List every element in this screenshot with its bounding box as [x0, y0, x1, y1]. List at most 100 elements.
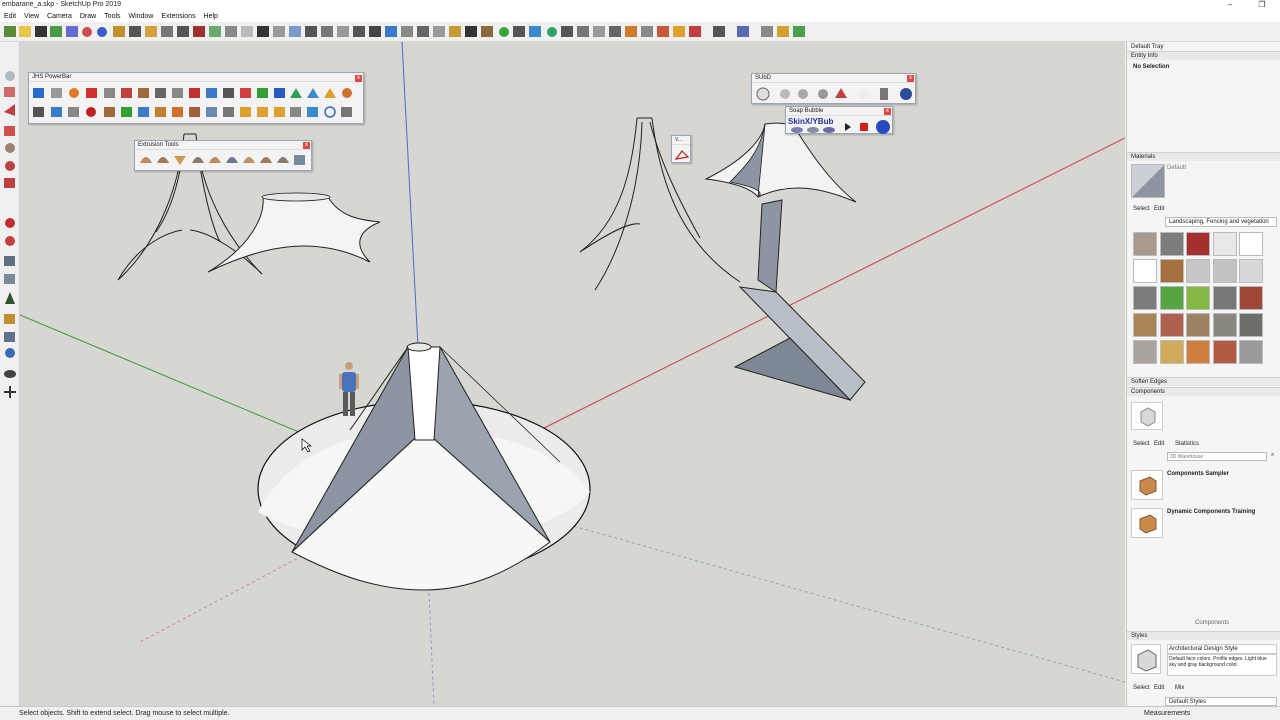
components-tab-statistics[interactable]: Statistics — [1175, 441, 1199, 447]
extrusion-toolbar[interactable]: Extrusion Tools x — [134, 140, 312, 171]
status-message: Select objects. Shift to extend select. … — [19, 710, 230, 717]
main-toolbar — [0, 22, 1280, 42]
powerbar-toolbar[interactable]: JHS PowerBar x — [28, 72, 364, 124]
material-swatch[interactable] — [1133, 286, 1157, 310]
window-title: embarane_a.skp - SketchUp Pro 2019 — [2, 1, 122, 8]
material-swatch[interactable] — [1212, 232, 1237, 256]
materials-header[interactable]: Materials — [1127, 152, 1280, 161]
subd-toolbar[interactable]: SUbD x — [751, 73, 916, 104]
style-name: Architectural Design Style — [1167, 644, 1277, 654]
material-preview — [1131, 164, 1165, 198]
material-swatch[interactable] — [1159, 232, 1184, 256]
component-sampler-thumb[interactable] — [1131, 470, 1163, 500]
material-swatch[interactable] — [1133, 340, 1157, 364]
extrusion-close-button[interactable]: x — [303, 142, 310, 149]
dynamic-components-name[interactable]: Dynamic Components Training — [1167, 509, 1255, 515]
fabric-tent-sculpture[interactable] — [704, 122, 866, 401]
tray-title: Default Tray — [1131, 44, 1164, 50]
components-search-input[interactable] — [1167, 452, 1267, 461]
style-description: Default face colors. Profile edges. Ligh… — [1167, 654, 1277, 676]
scale-figure — [339, 362, 359, 416]
material-swatch[interactable] — [1186, 232, 1210, 256]
material-swatch[interactable] — [1239, 286, 1263, 310]
entity-info-header[interactable]: Entity Info — [1127, 51, 1280, 60]
blue-axis — [401, 42, 419, 348]
material-name: Default — [1167, 165, 1187, 171]
default-tray: Default Tray Entity Info No Selection Ma… — [1126, 42, 1280, 706]
modeling-viewport[interactable]: JHS PowerBar x Extrusion Tools x SUbD x … — [20, 42, 1125, 706]
material-swatch[interactable] — [1239, 259, 1263, 283]
powerbar-icons[interactable] — [30, 84, 364, 124]
styles-collection-label: Default Styles — [1169, 699, 1207, 705]
material-swatch[interactable] — [1186, 340, 1210, 364]
powerbar-close-button[interactable]: x — [355, 75, 362, 82]
search-icon[interactable]: ⌕ — [1271, 452, 1274, 459]
soap-bubble-toolbar[interactable]: Soap Bubble x SkinX/YBub — [785, 106, 893, 134]
main-cone-tent[interactable] — [257, 342, 591, 591]
materials-tab-edit[interactable]: Edit — [1154, 206, 1164, 212]
styles-tab-select[interactable]: Select — [1133, 685, 1150, 691]
soap-bubble-close-button[interactable]: x — [884, 108, 891, 115]
material-swatch[interactable] — [1239, 313, 1263, 337]
menu-bar: Edit View Camera Draw Tools Window Exten… — [0, 11, 1280, 22]
soap-bubble-title: Soap Bubble — [786, 107, 892, 116]
styles-collection-select[interactable]: Default Styles — [1165, 697, 1277, 706]
subd-icons[interactable] — [753, 84, 916, 104]
mini-toolbar-icon[interactable] — [673, 147, 691, 163]
fabric-tent-left[interactable] — [207, 192, 381, 273]
styles-header[interactable]: Styles — [1127, 631, 1280, 640]
material-swatch[interactable] — [1212, 286, 1237, 310]
material-swatch[interactable] — [1212, 340, 1237, 364]
toolbar-icons — [4, 26, 805, 37]
menu-extensions[interactable]: Extensions — [158, 11, 198, 22]
material-swatch[interactable] — [1212, 259, 1237, 283]
subd-title: SUbD — [752, 74, 915, 83]
material-swatch[interactable] — [1212, 313, 1237, 337]
material-swatch[interactable] — [1239, 340, 1263, 364]
materials-library-select[interactable]: Landscaping, Fencing and vegetation — [1165, 217, 1277, 227]
material-swatch[interactable] — [1159, 286, 1184, 310]
maximize-button[interactable]: ❐ — [1252, 0, 1272, 11]
material-swatch[interactable] — [1186, 259, 1210, 283]
toolbar-icon-row[interactable] — [4, 26, 805, 37]
material-swatch[interactable] — [1133, 259, 1157, 283]
material-swatch[interactable] — [1159, 340, 1184, 364]
minimize-button[interactable]: – — [1220, 0, 1240, 11]
materials-tab-select[interactable]: Select — [1133, 206, 1150, 212]
measurements-label[interactable]: Measurements — [1144, 710, 1190, 717]
status-bar: Select objects. Shift to extend select. … — [0, 706, 1280, 720]
window-titlebar: embarane_a.skp - SketchUp Pro 2019 – ❐ — [0, 0, 1280, 11]
material-swatch[interactable] — [1159, 259, 1184, 283]
menu-camera[interactable]: Camera — [44, 11, 75, 22]
styles-tab-mix[interactable]: Mix — [1175, 685, 1184, 691]
mini-toolbar[interactable]: V... — [671, 135, 691, 163]
tool-icons[interactable] — [0, 42, 20, 402]
entity-info-value: No Selection — [1133, 64, 1170, 70]
wire-tent-right[interactable] — [579, 117, 741, 291]
styles-tab-edit[interactable]: Edit — [1154, 685, 1164, 691]
material-swatch[interactable] — [1186, 286, 1210, 310]
material-swatch[interactable] — [1133, 232, 1157, 256]
components-header[interactable]: Components — [1127, 387, 1280, 396]
menu-window[interactable]: Window — [125, 11, 156, 22]
material-swatch[interactable] — [1159, 313, 1184, 337]
components-tab-edit[interactable]: Edit — [1154, 441, 1164, 447]
subd-close-button[interactable]: x — [907, 75, 914, 82]
menu-tools[interactable]: Tools — [101, 11, 123, 22]
left-tool-palette — [0, 42, 20, 706]
menu-help[interactable]: Help — [201, 11, 221, 22]
mini-toolbar-title: V... — [672, 136, 690, 145]
material-swatch[interactable] — [1239, 232, 1263, 256]
soften-edges-header[interactable]: Soften Edges — [1127, 377, 1280, 386]
extrusion-icons[interactable] — [136, 151, 312, 171]
components-tab-select[interactable]: Select — [1133, 441, 1150, 447]
components-footer: Components — [1195, 620, 1230, 626]
dynamic-components-thumb[interactable] — [1131, 508, 1163, 538]
material-swatch[interactable] — [1133, 313, 1157, 337]
menu-view[interactable]: View — [21, 11, 42, 22]
component-sampler-name[interactable]: Components Sampler — [1167, 471, 1229, 477]
menu-edit[interactable]: Edit — [1, 11, 19, 22]
material-swatch[interactable] — [1186, 313, 1210, 337]
menu-draw[interactable]: Draw — [77, 11, 99, 22]
soap-bubble-icons[interactable] — [787, 117, 893, 135]
